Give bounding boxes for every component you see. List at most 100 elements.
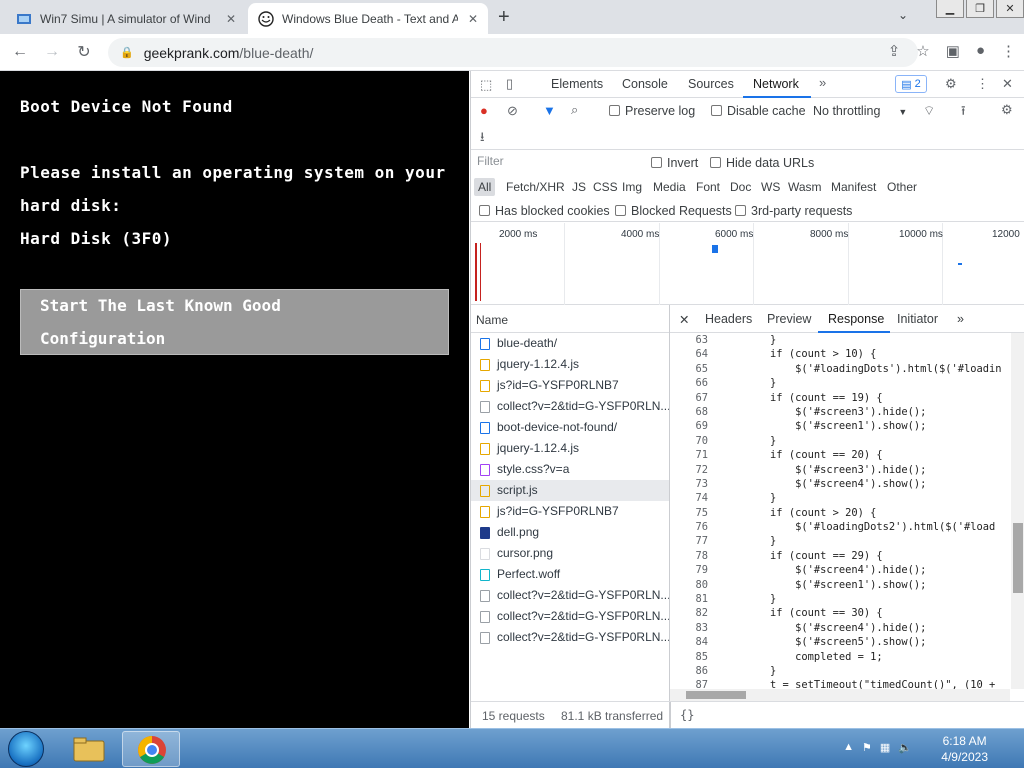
tab-close-icon[interactable]: ✕	[468, 12, 478, 26]
tab-preview[interactable]: Preview	[767, 312, 811, 326]
name-column-header[interactable]: Name	[471, 305, 669, 333]
request-name: jquery-1.12.4.js	[497, 441, 580, 455]
request-row[interactable]: cursor.png	[471, 543, 669, 564]
chrome-taskbar-icon[interactable]	[122, 731, 180, 767]
new-tab-icon[interactable]: +	[498, 6, 510, 29]
action-center-icon[interactable]: ⚑	[862, 741, 872, 754]
blocked-requests-checkbox[interactable]: Blocked Requests	[615, 204, 732, 218]
back-icon[interactable]: ←	[4, 43, 36, 61]
bookmark-star-icon[interactable]: ☆	[916, 42, 929, 60]
type-css[interactable]: CSS	[593, 180, 618, 194]
device-toolbar-icon[interactable]: ▯	[506, 76, 513, 92]
chrome-menu-icon[interactable]: ⋮	[1001, 42, 1016, 60]
request-row[interactable]: blue-death/	[471, 333, 669, 354]
tab-response[interactable]: Response	[828, 312, 884, 326]
type-js[interactable]: JS	[572, 180, 586, 194]
request-row[interactable]: jquery-1.12.4.js	[471, 354, 669, 375]
invert-checkbox[interactable]: Invert	[651, 156, 698, 170]
request-row[interactable]: js?id=G-YSFP0RLNB7	[471, 501, 669, 522]
network-icon[interactable]: ▦	[880, 741, 890, 754]
type-img[interactable]: Img	[622, 180, 642, 194]
has-blocked-cookies-checkbox[interactable]: Has blocked cookies	[479, 204, 610, 218]
tab-headers[interactable]: Headers	[705, 312, 752, 326]
side-panel-icon[interactable]: ▣	[946, 42, 960, 60]
request-row[interactable]: js?id=G-YSFP0RLNB7	[471, 375, 669, 396]
request-row[interactable]: Perfect.woff	[471, 564, 669, 585]
address-bar[interactable]: 🔒 geekprank.com/blue-death/	[108, 38, 918, 67]
request-row[interactable]: collect?v=2&tid=G-YSFP0RLN...	[471, 585, 669, 606]
clear-icon[interactable]: ⊘	[507, 103, 518, 119]
close-window-icon[interactable]: ✕	[996, 0, 1024, 18]
filter-icon[interactable]: ▼	[543, 103, 556, 118]
close-devtools-icon[interactable]: ✕	[1002, 76, 1013, 92]
share-icon[interactable]: ⇪	[888, 42, 901, 60]
type-all[interactable]: All	[474, 178, 496, 196]
request-row[interactable]: style.css?v=a	[471, 459, 669, 480]
taskbar-clock[interactable]: 6:18 AM 4/9/2023	[941, 733, 988, 765]
throttling-select[interactable]: No throttling ▼	[813, 104, 907, 118]
tab-network[interactable]: Network	[753, 77, 799, 91]
network-conditions-icon[interactable]: ⌔	[923, 103, 935, 119]
close-detail-icon[interactable]: ✕	[679, 312, 689, 327]
type-wasm[interactable]: Wasm	[788, 180, 822, 194]
type-media[interactable]: Media	[653, 180, 686, 194]
tab-elements[interactable]: Elements	[551, 77, 603, 91]
devtools-menu-icon[interactable]: ⋮	[976, 76, 989, 92]
horizontal-scrollbar[interactable]	[670, 689, 1010, 701]
volume-icon[interactable]: 🔈	[898, 741, 912, 754]
tab-sources[interactable]: Sources	[688, 77, 734, 91]
request-row-selected[interactable]: script.js	[471, 480, 669, 501]
type-ws[interactable]: WS	[761, 180, 780, 194]
filter-input[interactable]: Filter	[477, 154, 637, 172]
record-icon[interactable]: ●	[480, 103, 488, 118]
issues-badge[interactable]: ▤ 2	[895, 75, 927, 93]
response-code[interactable]: 63 } 64 if (count > 10) {65 $('#loadingDo…	[670, 333, 1010, 689]
hide-data-urls-checkbox[interactable]: Hide data URLs	[710, 156, 814, 170]
tab-console[interactable]: Console	[622, 77, 668, 91]
type-fetch-xhr[interactable]: Fetch/XHR	[506, 180, 565, 194]
tab-win7-simu[interactable]: Win7 Simu | A simulator of Wind ✕	[6, 3, 246, 34]
minimize-icon[interactable]: ▁	[936, 0, 964, 18]
maximize-icon[interactable]: ❐	[966, 0, 994, 18]
preserve-log-checkbox[interactable]: Preserve log	[609, 104, 695, 118]
forward-icon[interactable]: →	[36, 43, 68, 61]
scrollbar-thumb[interactable]	[1013, 523, 1023, 593]
tab-blue-death[interactable]: Windows Blue Death - Text and A ✕	[248, 3, 488, 34]
tab-search-chevron-icon[interactable]: ⌄	[898, 8, 908, 22]
inspect-element-icon[interactable]: ⬚	[480, 77, 492, 93]
checkbox-icon	[710, 157, 721, 168]
show-hidden-icons-icon[interactable]: ▲	[843, 741, 854, 754]
profile-avatar-icon[interactable]: ●	[976, 42, 985, 60]
request-row[interactable]: boot-device-not-found/	[471, 417, 669, 438]
reload-icon[interactable]: ↻	[68, 42, 100, 62]
settings-gear-icon[interactable]: ⚙	[945, 76, 957, 92]
import-har-icon[interactable]: ⭱	[961, 102, 966, 124]
network-settings-icon[interactable]: ⚙	[1001, 102, 1013, 118]
pretty-print-button[interactable]: {}	[680, 708, 694, 722]
last-known-good-option[interactable]: Start The Last Known Good Configuration	[20, 289, 449, 355]
type-manifest[interactable]: Manifest	[831, 180, 876, 194]
search-icon[interactable]: ⌕	[571, 102, 578, 118]
windows-start-icon[interactable]	[8, 731, 44, 767]
type-font[interactable]: Font	[696, 180, 720, 194]
request-row[interactable]: jquery-1.12.4.js	[471, 438, 669, 459]
code-text: }	[720, 593, 777, 606]
tab-initiator[interactable]: Initiator	[897, 312, 938, 326]
request-row[interactable]: collect?v=2&tid=G-YSFP0RLN...	[471, 396, 669, 417]
file-explorer-icon[interactable]	[60, 731, 118, 767]
network-timeline[interactable]: 2000 ms 4000 ms 6000 ms 8000 ms 10000 ms…	[471, 223, 1024, 305]
type-other[interactable]: Other	[887, 180, 917, 194]
vertical-scrollbar[interactable]	[1011, 333, 1024, 689]
more-detail-tabs-icon[interactable]: »	[957, 312, 964, 326]
third-party-checkbox[interactable]: 3rd-party requests	[735, 204, 852, 218]
type-doc[interactable]: Doc	[730, 180, 751, 194]
request-row[interactable]: collect?v=2&tid=G-YSFP0RLN...	[471, 627, 669, 648]
scrollbar-thumb[interactable]	[686, 691, 746, 699]
request-row[interactable]: dell.png	[471, 522, 669, 543]
request-row[interactable]: collect?v=2&tid=G-YSFP0RLN...	[471, 606, 669, 627]
export-har-icon[interactable]: ⭳	[480, 128, 485, 150]
tab-close-icon[interactable]: ✕	[226, 12, 236, 26]
more-tabs-icon[interactable]: »	[819, 75, 826, 90]
disable-cache-checkbox[interactable]: Disable cache	[711, 104, 806, 118]
line-number: 72	[695, 463, 708, 476]
